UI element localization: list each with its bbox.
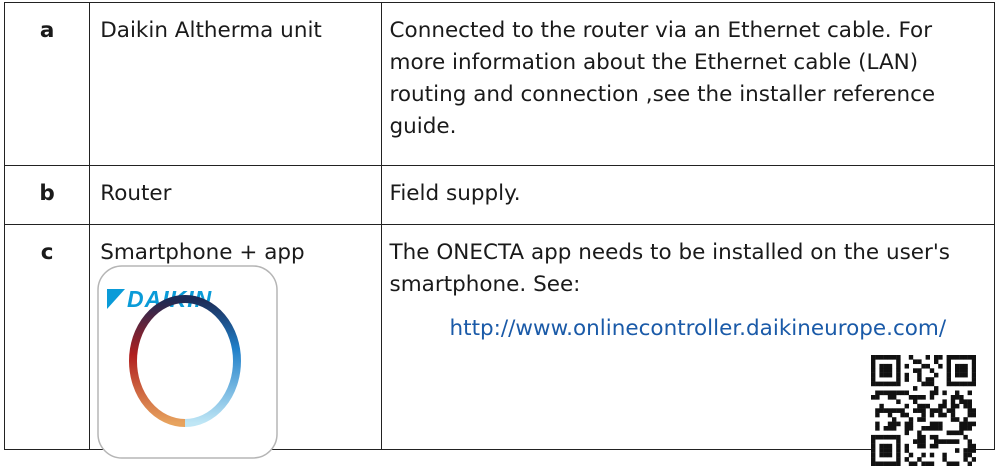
device-name: Router: [89, 165, 382, 225]
device-description: Connected to the router via an Ethernet …: [380, 2, 995, 166]
device-name: Smartphone + app: [100, 240, 305, 265]
row-label: c: [3, 224, 91, 450]
onlinecontroller-link[interactable]: http://www.onlinecontroller.daikineurope…: [450, 313, 994, 345]
device-name: Daikin Altherma unit: [89, 2, 382, 166]
device-description: The ONECTA app needs to be installed on …: [389, 240, 950, 297]
row-label: b: [3, 165, 91, 225]
daikin-app-icon: DAIKIN: [97, 265, 278, 459]
qr-code-icon: [871, 355, 976, 466]
table-row: a Daikin Altherma unit Connected to the …: [3, 2, 995, 166]
device-description: Field supply.: [380, 165, 995, 225]
row-label: a: [3, 2, 91, 166]
table-row: b Router Field supply.: [3, 165, 995, 225]
